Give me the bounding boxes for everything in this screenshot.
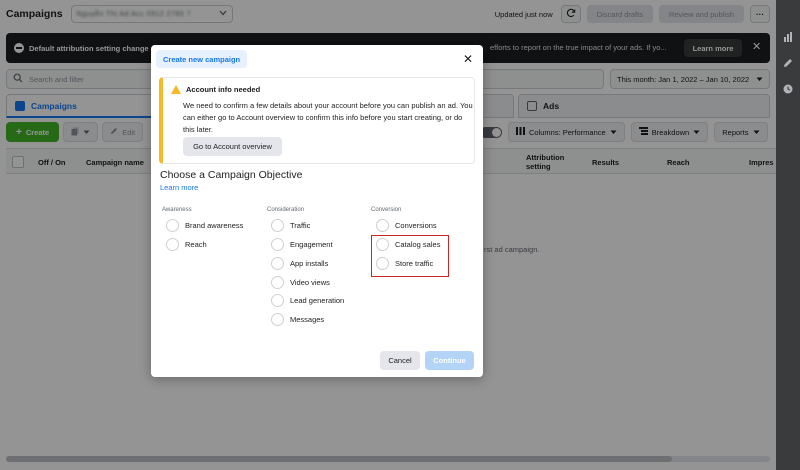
option-label: Reach bbox=[185, 240, 207, 249]
objective-traffic[interactable]: Traffic bbox=[271, 219, 310, 232]
close-icon[interactable]: ✕ bbox=[461, 52, 475, 66]
radio-button[interactable] bbox=[271, 219, 284, 232]
account-overview-button[interactable]: Go to Account overview bbox=[183, 137, 282, 156]
option-label: Conversions bbox=[395, 221, 437, 230]
objective-engagement[interactable]: Engagement bbox=[271, 238, 333, 251]
learn-more-link[interactable]: Learn more bbox=[160, 183, 198, 192]
notice-header: Account info needed bbox=[171, 85, 260, 94]
create-campaign-dialog: Create new campaign ✕ Account info neede… bbox=[151, 45, 483, 377]
warning-icon bbox=[171, 85, 181, 94]
notice-body: We need to confirm a few details about y… bbox=[183, 101, 473, 134]
radio-button[interactable] bbox=[271, 313, 284, 326]
option-label: Brand awareness bbox=[185, 221, 244, 230]
notice-title: Account info needed bbox=[186, 85, 261, 94]
pencil-icon[interactable] bbox=[783, 58, 793, 68]
objective-messages[interactable]: Messages bbox=[271, 313, 324, 326]
bar-chart-icon[interactable] bbox=[783, 32, 793, 42]
option-label: Video views bbox=[290, 278, 330, 287]
objective-conversions[interactable]: Conversions bbox=[376, 219, 437, 232]
radio-button[interactable] bbox=[166, 238, 179, 251]
option-label: Traffic bbox=[290, 221, 311, 230]
cancel-button[interactable]: Cancel bbox=[380, 351, 420, 370]
objective-brand-awareness[interactable]: Brand awareness bbox=[166, 219, 243, 232]
objective-video-views[interactable]: Video views bbox=[271, 276, 330, 289]
continue-button[interactable]: Continue bbox=[425, 351, 474, 370]
radio-button[interactable] bbox=[271, 238, 284, 251]
radio-button[interactable] bbox=[271, 276, 284, 289]
account-info-notice: Account info needed We need to confirm a… bbox=[159, 77, 475, 164]
clock-icon[interactable] bbox=[783, 84, 793, 94]
radio-button[interactable] bbox=[376, 219, 389, 232]
highlight-box bbox=[371, 235, 449, 277]
radio-button[interactable] bbox=[166, 219, 179, 232]
consideration-heading: Consideration bbox=[267, 207, 305, 213]
radio-button[interactable] bbox=[271, 257, 284, 270]
conversion-heading: Conversion bbox=[371, 207, 402, 213]
option-label: App installs bbox=[290, 259, 329, 268]
objective-lead-generation[interactable]: Lead generation bbox=[271, 294, 344, 307]
radio-button[interactable] bbox=[271, 294, 284, 307]
objective-heading: Choose a Campaign Objective bbox=[160, 169, 303, 181]
dialog-tab-create-campaign[interactable]: Create new campaign bbox=[156, 50, 248, 68]
objective-reach[interactable]: Reach bbox=[166, 238, 207, 251]
right-rail bbox=[776, 0, 800, 470]
awareness-heading: Awareness bbox=[162, 207, 192, 213]
option-label: Lead generation bbox=[290, 296, 345, 305]
objective-app-installs[interactable]: App installs bbox=[271, 257, 328, 270]
option-label: Engagement bbox=[290, 240, 333, 249]
option-label: Messages bbox=[290, 315, 325, 324]
